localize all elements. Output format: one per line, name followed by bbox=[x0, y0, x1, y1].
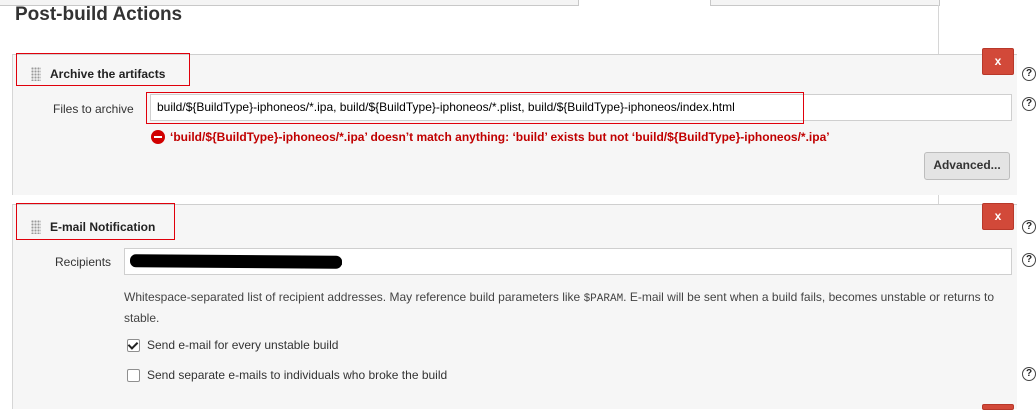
param-code: $PARAM bbox=[583, 293, 624, 305]
next-section-delete-button[interactable] bbox=[982, 404, 1014, 410]
error-icon bbox=[151, 130, 165, 144]
drag-handle-icon[interactable] bbox=[31, 67, 41, 81]
validation-error-message: ‘build/${BuildType}-iphoneos/*.ipa’ does… bbox=[170, 130, 830, 144]
delete-email-button[interactable]: x bbox=[982, 203, 1014, 230]
help-icon[interactable]: ? bbox=[1022, 253, 1036, 267]
recipients-visible-text: com bbox=[320, 254, 343, 268]
email-section-title: E-mail Notification bbox=[50, 220, 156, 234]
help-icon[interactable]: ? bbox=[1022, 67, 1036, 81]
recipients-description: Whitespace-separated list of recipient a… bbox=[124, 288, 1019, 328]
unstable-build-label[interactable]: Send e-mail for every unstable build bbox=[147, 338, 338, 352]
drag-handle-icon[interactable] bbox=[31, 220, 41, 234]
files-to-archive-label: Files to archive bbox=[53, 102, 134, 116]
help-icon[interactable]: ? bbox=[1022, 97, 1036, 111]
unstable-build-checkbox[interactable] bbox=[127, 339, 140, 352]
delete-archive-button[interactable]: x bbox=[982, 48, 1014, 75]
files-input-highlight bbox=[146, 92, 804, 124]
page-title: Post-build Actions bbox=[15, 4, 183, 25]
checkmark-icon bbox=[127, 339, 139, 350]
help-icon[interactable]: ? bbox=[1022, 367, 1036, 381]
redaction-mark bbox=[129, 254, 343, 269]
advanced-button[interactable]: Advanced... bbox=[924, 152, 1010, 180]
help-icon[interactable]: ? bbox=[1022, 220, 1036, 234]
recipients-label: Recipients bbox=[55, 255, 112, 269]
archive-section-title: Archive the artifacts bbox=[50, 67, 166, 81]
individuals-checkbox[interactable] bbox=[127, 369, 140, 382]
tab-strip-right bbox=[710, 0, 940, 6]
individuals-label[interactable]: Send separate e-mails to individuals who… bbox=[147, 368, 447, 382]
description-text: Whitespace-separated list of recipient a… bbox=[124, 290, 584, 304]
